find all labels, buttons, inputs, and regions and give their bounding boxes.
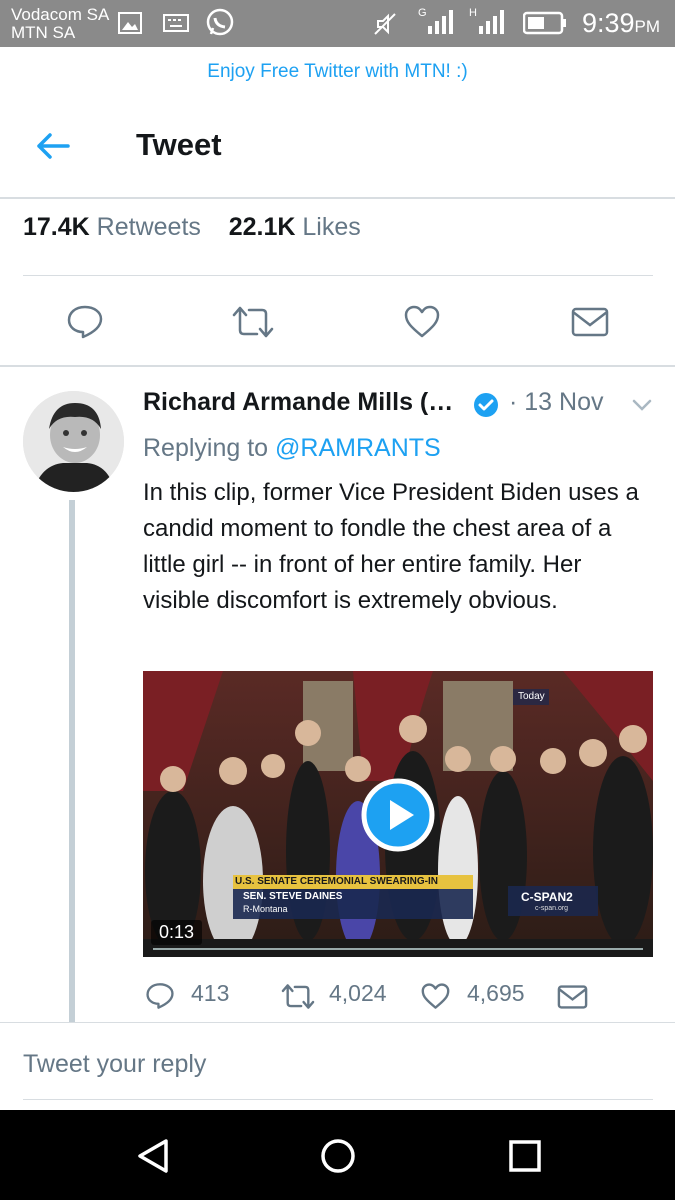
carrier-line-1: Vodacom SA: [11, 5, 110, 24]
signal-h-icon: H: [469, 7, 504, 34]
tweet-date: · 13 Nov: [509, 388, 604, 416]
page-title: Tweet: [136, 127, 222, 162]
replying-to: Replying to @RAMRANTS: [143, 434, 441, 463]
tweet-stats: 17.4K Retweets 22.1K Likes: [23, 213, 361, 242]
replying-label: Replying to: [143, 434, 269, 462]
video-today-label: Today: [518, 691, 545, 702]
video-banner: U.S. SENATE CEREMONIAL SWEARING-IN: [235, 876, 438, 887]
verified-badge-icon: [474, 393, 498, 417]
svg-text:G: G: [418, 7, 427, 19]
status-bar: Vodacom SA MTN SA G H 9:39PM: [0, 0, 675, 47]
stats-divider: [23, 275, 653, 276]
replying-handle-link[interactable]: @RAMRANTS: [275, 434, 441, 462]
retweet-count: 4,024: [329, 980, 387, 1006]
like-icon[interactable]: [403, 305, 441, 339]
like-count: 4,695: [467, 980, 525, 1006]
nav-home-icon[interactable]: [320, 1138, 356, 1174]
video-player[interactable]: U.S. SENATE CEREMONIAL SWEARING-IN SEN. …: [143, 671, 653, 957]
reply-input[interactable]: Tweet your reply: [23, 1050, 206, 1079]
reply-icon[interactable]: [66, 304, 104, 340]
system-nav-bar: [0, 1110, 675, 1200]
message-icon[interactable]: [571, 307, 609, 337]
author-name[interactable]: Richard Armande Mills (…: [143, 388, 453, 417]
retweet-icon[interactable]: [280, 983, 316, 1010]
reply-count: 413: [191, 980, 230, 1006]
thread-line: [69, 500, 75, 1022]
video-duration: 0:13: [151, 920, 203, 945]
svg-text:H: H: [469, 7, 477, 19]
retweet-icon[interactable]: [231, 305, 275, 339]
clock: 9:39PM: [582, 8, 660, 39]
section-divider: [0, 365, 675, 367]
header: Tweet: [0, 97, 675, 199]
mute-icon: [374, 13, 396, 35]
battery-icon: [523, 11, 566, 35]
likes-count: 22.1K: [228, 213, 296, 241]
keyboard-icon: [163, 14, 189, 32]
message-icon[interactable]: [557, 985, 588, 1009]
reply-icon[interactable]: [145, 982, 175, 1010]
retweets-label: Retweets: [96, 213, 201, 241]
like-icon[interactable]: [420, 983, 451, 1010]
back-arrow-icon[interactable]: [36, 131, 70, 161]
likes-stat[interactable]: 22.1K Likes: [229, 213, 361, 241]
nav-recents-icon[interactable]: [508, 1139, 542, 1173]
nav-back-icon[interactable]: [136, 1138, 170, 1174]
reply-divider: [0, 1022, 675, 1023]
video-network-label: C-SPAN2: [521, 890, 573, 904]
avatar[interactable]: [23, 391, 124, 492]
clock-time: 9:39: [581, 8, 635, 38]
tweet-text: In this clip, former Vice President Bide…: [143, 479, 639, 614]
video-network-url: c-span.org: [535, 905, 569, 912]
whatsapp-icon: [206, 8, 234, 36]
signal-g-icon: G: [418, 7, 453, 34]
video-caption-name: SEN. STEVE DAINES: [243, 891, 343, 902]
retweets-stat[interactable]: 17.4K Retweets: [23, 213, 201, 241]
reply-input-underline: [23, 1099, 653, 1100]
promo-banner[interactable]: Enjoy Free Twitter with MTN! :): [0, 47, 675, 97]
likes-label: Likes: [302, 213, 361, 241]
carrier-line-2: MTN SA: [11, 23, 76, 42]
retweets-count: 17.4K: [23, 213, 90, 241]
clock-ampm: PM: [634, 17, 661, 36]
chevron-down-icon[interactable]: [632, 398, 652, 412]
play-icon[interactable]: [360, 777, 436, 853]
video-caption-state: R-Montana: [243, 904, 288, 914]
carrier-label: Vodacom SA MTN SA: [11, 6, 109, 42]
gallery-icon: [118, 12, 142, 34]
